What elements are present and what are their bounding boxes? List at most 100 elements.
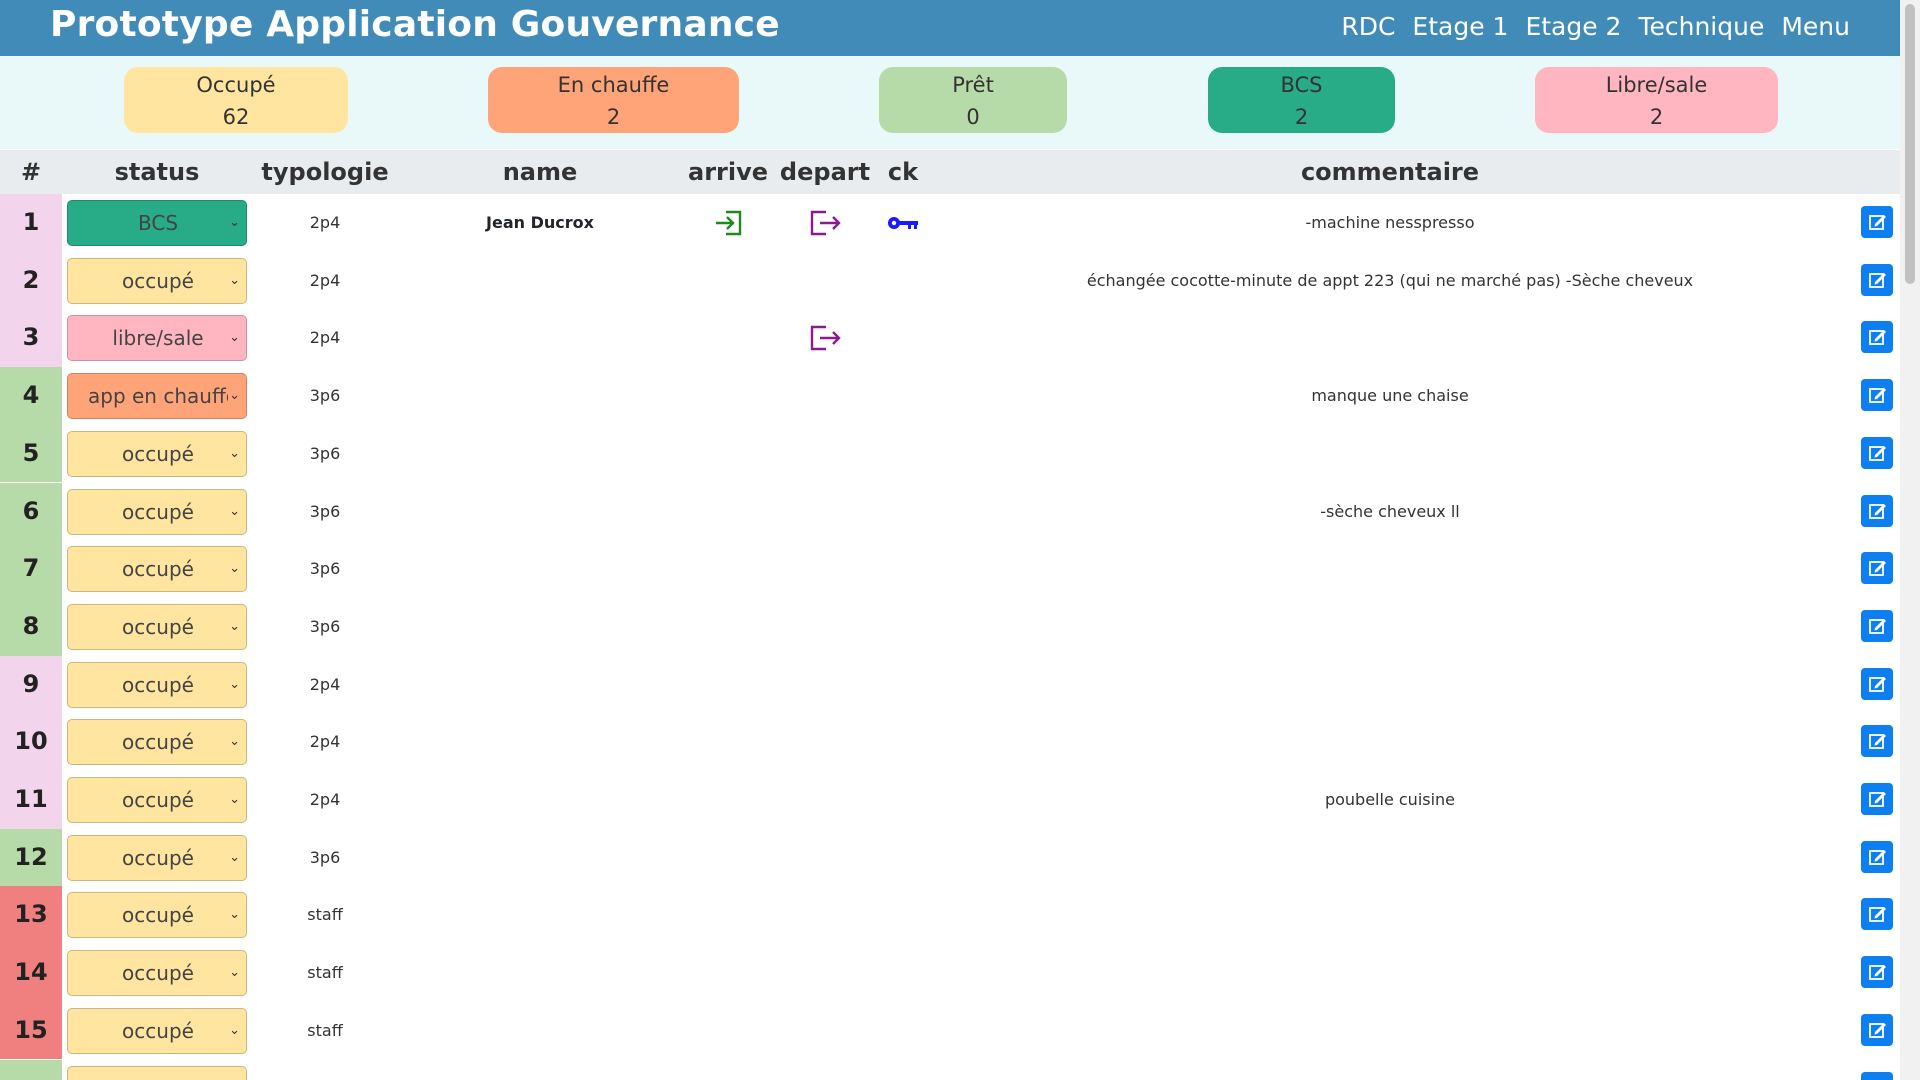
typologie-cell: 2p4: [309, 732, 341, 752]
chevron-down-icon: ⌄: [229, 618, 240, 634]
status-select[interactable]: occupé ⌄: [67, 892, 247, 939]
stat-count: 62: [222, 105, 250, 129]
edit-button[interactable]: [1861, 840, 1893, 873]
status-select[interactable]: occupé ⌄: [67, 661, 247, 708]
header-commentaire: commentaire: [1300, 158, 1480, 186]
nav-etage-2[interactable]: Etage 2: [1525, 12, 1621, 41]
header-depart: depart: [779, 158, 871, 186]
status-select[interactable]: ⌄: [67, 1065, 247, 1080]
nav-menu-item[interactable]: Menu: [1781, 12, 1850, 41]
vertical-scrollbar[interactable]: [1900, 0, 1920, 1080]
chevron-down-icon: ⌄: [229, 561, 240, 577]
chevron-down-icon: ⌄: [229, 907, 240, 923]
edit-icon: [1861, 792, 1893, 819]
edit-button[interactable]: [1861, 494, 1893, 527]
room-number: 5: [0, 424, 62, 483]
edit-button[interactable]: [1861, 609, 1893, 642]
header-name: name: [502, 158, 578, 186]
table-row: 13 occupé ⌄ staff: [0, 886, 1900, 945]
status-select[interactable]: occupé ⌄: [67, 950, 247, 997]
table-row: 5 occupé ⌄ 3p6: [0, 424, 1900, 483]
room-number: 3: [0, 309, 62, 368]
comment-cell: poubelle cuisine: [1324, 790, 1456, 809]
edit-icon: [1861, 965, 1893, 992]
nav-etage-1[interactable]: Etage 1: [1412, 12, 1508, 41]
comment-cell: échangée cocotte-minute de appt 223 (qui…: [1086, 270, 1694, 290]
status-value: occupé: [122, 1018, 194, 1043]
edit-button[interactable]: [1861, 321, 1893, 354]
stat-bcs: BCS 2: [1208, 67, 1395, 133]
edit-button[interactable]: [1861, 783, 1893, 815]
status-select[interactable]: occupé ⌄: [67, 546, 247, 593]
status-select[interactable]: occupé ⌄: [67, 257, 247, 304]
key-icon[interactable]: [886, 208, 920, 238]
edit-button[interactable]: [1861, 1071, 1893, 1080]
edit-button[interactable]: [1861, 956, 1893, 989]
status-select[interactable]: occupé ⌄: [67, 430, 247, 477]
chevron-down-icon: ⌄: [229, 388, 240, 404]
edit-button[interactable]: [1861, 1013, 1893, 1046]
status-select[interactable]: libre/sale ⌄: [67, 315, 247, 362]
edit-button[interactable]: [1861, 898, 1893, 931]
status-select[interactable]: occupé ⌄: [67, 719, 247, 766]
edit-icon: [1861, 388, 1893, 415]
edit-button[interactable]: [1861, 206, 1893, 238]
nav-technique[interactable]: Technique: [1638, 12, 1764, 41]
edit-button[interactable]: [1861, 667, 1893, 700]
status-value: app en chauffe: [88, 384, 228, 409]
chevron-down-icon: ⌄: [229, 1022, 240, 1038]
nav-menu: RDC Etage 1 Etage 2 Technique Menu: [1341, 12, 1850, 41]
chevron-down-icon: ⌄: [229, 849, 240, 865]
status-select[interactable]: occupé ⌄: [67, 777, 247, 823]
stat-count: 2: [1649, 105, 1664, 129]
logout-arrow-icon[interactable]: [808, 208, 842, 238]
edit-button[interactable]: [1861, 379, 1893, 412]
scrollbar-thumb[interactable]: [1905, 4, 1915, 284]
table-row: 12 occupé ⌄ 3p6: [0, 828, 1900, 887]
room-number: 1: [0, 194, 62, 252]
edit-button[interactable]: [1861, 552, 1893, 585]
room-number: 10: [0, 713, 62, 771]
status-value: occupé: [122, 903, 194, 928]
room-number: 7: [0, 540, 62, 598]
status-select[interactable]: occupé ⌄: [67, 834, 247, 881]
room-number: 13: [0, 886, 62, 945]
login-arrow-icon[interactable]: [712, 208, 746, 238]
stat-en-chauffe: En chauffe 2: [488, 67, 739, 133]
table-row: 10 occupé ⌄ 2p4: [0, 713, 1900, 771]
app-title: Prototype Application Gouvernance: [50, 4, 780, 45]
stat-label: Occupé: [196, 73, 276, 97]
status-select[interactable]: BCS ⌄: [67, 200, 247, 246]
typologie-cell: 2p4: [309, 790, 341, 809]
edit-button[interactable]: [1861, 436, 1893, 469]
stat-count: 2: [606, 105, 621, 129]
status-select[interactable]: occupé ⌄: [67, 1007, 247, 1054]
status-select[interactable]: occupé ⌄: [67, 603, 247, 650]
stat-pret: Prêt 0: [879, 67, 1067, 133]
table-row: 15 occupé ⌄ staff: [0, 1001, 1900, 1060]
logout-arrow-icon[interactable]: [808, 323, 842, 353]
status-select[interactable]: occupé ⌄: [67, 488, 247, 535]
chevron-down-icon: ⌄: [229, 792, 240, 807]
typologie-cell: 3p6: [309, 847, 341, 867]
edit-icon: [1861, 907, 1893, 934]
typologie-cell: staff: [307, 963, 343, 983]
edit-icon: [1861, 445, 1893, 473]
status-value: occupé: [122, 614, 194, 639]
table-header: # status typologie name arrive depart ck…: [0, 150, 1900, 194]
status-value: occupé: [122, 441, 194, 466]
edit-icon: [1861, 272, 1893, 300]
status-select[interactable]: app en chauffe ⌄: [67, 373, 247, 420]
chevron-down-icon: ⌄: [229, 734, 240, 750]
edit-button[interactable]: [1861, 263, 1893, 296]
status-value: occupé: [122, 845, 194, 870]
typologie-cell: 2p4: [309, 328, 341, 348]
status-value: occupé: [122, 557, 194, 582]
nav-rdc[interactable]: RDC: [1341, 12, 1395, 41]
edit-button[interactable]: [1861, 725, 1893, 758]
typologie-cell: staff: [307, 1020, 343, 1040]
stat-label: Libre/sale: [1605, 73, 1708, 97]
header-status: status: [114, 158, 200, 186]
status-value: BCS: [137, 211, 179, 235]
table-row: 14 occupé ⌄ staff: [0, 944, 1900, 1002]
